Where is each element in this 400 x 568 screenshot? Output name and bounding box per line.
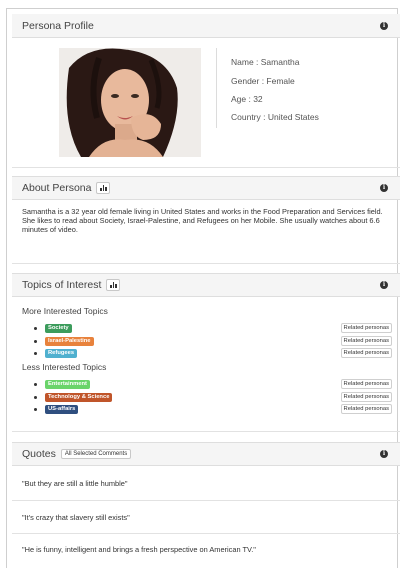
quote-item: "He is funny, intelligent and brings a f…: [22, 545, 256, 554]
topic-row: Israel-Palestine Related personas: [34, 336, 392, 346]
quotes-title: Quotes: [22, 448, 56, 460]
persona-age: Age : 32: [231, 94, 263, 104]
topics-title: Topics of Interest: [22, 279, 102, 291]
quote-item: "But they are still a little humble": [22, 479, 128, 488]
topic-row: Entertainment Related personas: [34, 379, 392, 389]
topic-row: US-affairs Related personas: [34, 404, 392, 414]
persona-country: Country : United States: [231, 112, 319, 122]
topic-row: Refugees Related personas: [34, 348, 392, 358]
more-topics-label: More Interested Topics: [22, 306, 108, 316]
topic-badge[interactable]: US-affairs: [45, 404, 79, 414]
info-icon[interactable]: i: [380, 184, 388, 192]
topic-row: Society Related personas: [34, 323, 392, 333]
quote-divider: [12, 533, 400, 534]
topic-badge[interactable]: Israel-Palestine: [45, 336, 94, 346]
topic-row: Technology & Science Related personas: [34, 392, 392, 402]
persona-photo: [59, 48, 201, 157]
topics-header: Topics of Interest i: [12, 273, 400, 297]
section-divider: [12, 431, 400, 432]
all-selected-comments-button[interactable]: All Selected Comments: [60, 449, 132, 459]
related-personas-button[interactable]: Related personas: [340, 404, 392, 414]
persona-profile-header: Persona Profile i: [12, 14, 400, 38]
topic-badge[interactable]: Entertainment: [45, 379, 90, 389]
persona-gender: Gender : Female: [231, 76, 295, 86]
topic-badge[interactable]: Technology & Science: [45, 392, 113, 402]
persona-profile-title: Persona Profile: [22, 19, 94, 32]
related-personas-button[interactable]: Related personas: [340, 336, 392, 346]
about-persona-title: About Persona: [22, 182, 92, 194]
about-persona-header: About Persona i: [12, 176, 400, 200]
persona-name: Name : Samantha: [231, 57, 300, 67]
quote-item: "It's crazy that slavery still exists": [22, 513, 130, 522]
related-personas-button[interactable]: Related personas: [340, 348, 392, 358]
bar-chart-icon[interactable]: [106, 279, 121, 291]
bar-chart-icon[interactable]: [96, 182, 111, 194]
about-persona-text: Samantha is a 32 year old female living …: [22, 207, 383, 234]
related-personas-button[interactable]: Related personas: [340, 379, 392, 389]
quote-divider: [12, 500, 400, 501]
info-icon[interactable]: i: [380, 450, 388, 458]
topic-badge[interactable]: Refugees: [45, 348, 78, 358]
section-divider: [12, 167, 400, 168]
persona-portrait-image: [59, 48, 201, 157]
related-personas-button[interactable]: Related personas: [340, 323, 392, 333]
section-divider: [12, 263, 400, 264]
quotes-header: Quotes All Selected Comments i: [12, 442, 400, 466]
profile-divider: [216, 48, 217, 128]
info-icon[interactable]: i: [380, 281, 388, 289]
related-personas-button[interactable]: Related personas: [340, 392, 392, 402]
topic-badge[interactable]: Society: [45, 323, 72, 333]
info-icon[interactable]: i: [380, 21, 388, 30]
less-topics-label: Less Interested Topics: [22, 362, 107, 372]
